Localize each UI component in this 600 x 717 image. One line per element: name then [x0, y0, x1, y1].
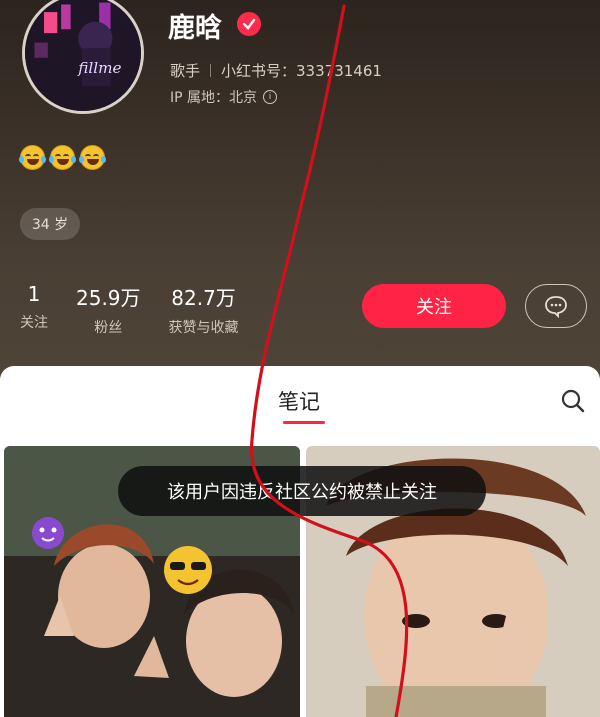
- chat-bubble-icon: [545, 296, 567, 318]
- stat-value: 25.9万: [76, 286, 141, 310]
- laughing-tears-emoji-icon: [19, 145, 46, 170]
- notes-panel: 笔记: [0, 366, 600, 717]
- stat-followers[interactable]: 25.9万 粉丝: [76, 282, 141, 337]
- toast-message: 该用户因违反社区公约被禁止关注: [118, 466, 486, 516]
- search-icon[interactable]: [560, 388, 586, 414]
- age-badge: 34 岁: [20, 208, 80, 240]
- laughing-tears-emoji-icon: [49, 145, 76, 170]
- stat-label: 获赞与收藏: [168, 320, 239, 336]
- avatar-image: fillme: [25, 0, 141, 111]
- stat-label: 关注: [20, 315, 48, 331]
- stat-value: 1: [27, 282, 41, 306]
- tab-active-indicator: [283, 421, 325, 424]
- redbook-id[interactable]: 小红书号：333731461: [221, 60, 382, 81]
- meta-divider: [210, 64, 212, 77]
- avatar[interactable]: fillme: [22, 0, 144, 114]
- ip-location-row: IP 属地：北京 i: [170, 87, 278, 107]
- bio: [19, 145, 106, 170]
- profile-stats: 1 关注 25.9万 粉丝 82.7万 获赞与收藏: [20, 282, 239, 337]
- ip-location: IP 属地：北京: [170, 90, 258, 106]
- stat-following[interactable]: 1 关注: [20, 282, 48, 337]
- info-icon[interactable]: i: [263, 90, 278, 104]
- message-button[interactable]: [525, 284, 587, 328]
- profile-name: 鹿晗: [168, 13, 222, 44]
- follow-button[interactable]: 关注: [362, 284, 506, 328]
- avatar-graffiti-text: fillme: [77, 59, 121, 77]
- laughing-tears-emoji-icon: [79, 145, 106, 170]
- profile-meta: 歌手 小红书号：333731461: [170, 60, 382, 81]
- verified-icon: [237, 12, 261, 36]
- stat-value: 82.7万: [171, 286, 236, 310]
- stat-likes-collects[interactable]: 82.7万 获赞与收藏: [169, 282, 239, 337]
- stat-label: 粉丝: [94, 320, 123, 336]
- occupation-label: 歌手: [170, 62, 201, 80]
- tab-notes[interactable]: 笔记: [278, 386, 320, 416]
